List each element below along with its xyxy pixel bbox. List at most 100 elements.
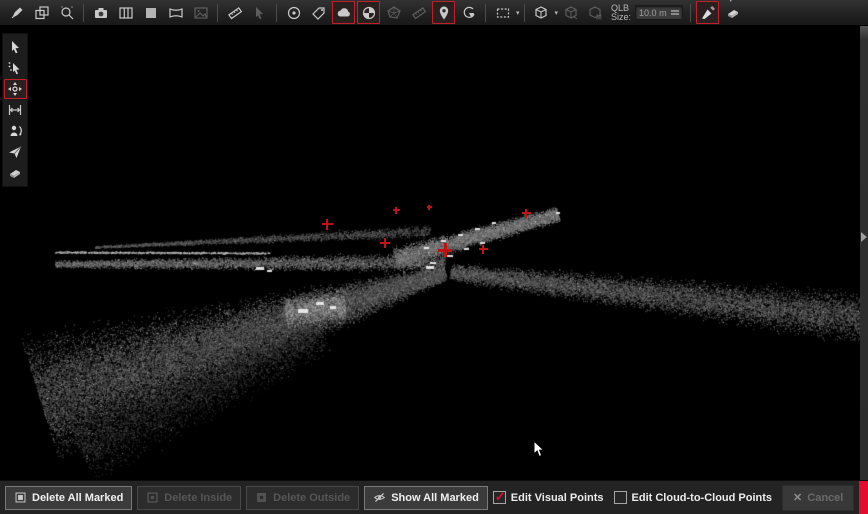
mesh-toggle-icon <box>386 5 402 21</box>
panorama-view-tool-icon <box>168 5 184 21</box>
delete-all-marked-button[interactable]: Delete All Marked <box>5 486 132 510</box>
eraser-tool-icon <box>725 5 741 21</box>
control-point-tool-icon <box>436 5 452 21</box>
dropdown-caret-icon[interactable]: ▾ <box>729 0 733 4</box>
dropdown-caret-icon[interactable]: ▾ <box>555 9 559 17</box>
delete-outside-button-label: Delete Outside <box>273 492 350 504</box>
point-cloud-canvas[interactable] <box>0 26 868 480</box>
clip-box-m-tool-icon: M <box>588 5 604 21</box>
control-point-marker[interactable] <box>427 205 432 210</box>
zoom-region-tool-button[interactable] <box>55 1 78 24</box>
toolbar-separator <box>276 4 277 22</box>
show-all-marked-button[interactable]: Show All Marked <box>364 486 488 510</box>
solid-view-tool-button[interactable] <box>139 1 162 24</box>
edit-cloud-to-cloud-checkbox-label: Edit Cloud-to-Cloud Points <box>632 492 773 504</box>
show-all-marked-button-label: Show All Marked <box>391 492 479 504</box>
edit-visual-points-checkbox-wrap: Edit Visual Points <box>493 491 604 504</box>
select-tool-icon <box>7 39 23 55</box>
bottom-bar: Delete All Marked Delete Inside Delete Out… <box>0 480 868 514</box>
trowel-tool-icon <box>700 5 716 21</box>
tag-tool-button[interactable] <box>307 1 330 24</box>
solid-view-tool-icon <box>143 5 159 21</box>
viewport-3d[interactable] <box>0 26 868 480</box>
clip-box-move-tool-button <box>559 1 582 24</box>
cancel-label: Cancel <box>807 492 843 504</box>
filter-orbit-tool-button[interactable] <box>457 1 480 24</box>
delete-outside-button-icon <box>255 491 268 504</box>
eraser-tool-button[interactable]: ▾ <box>721 1 744 24</box>
point-cloud-toggle-button[interactable] <box>332 1 355 24</box>
disc-tool-button[interactable] <box>282 1 305 24</box>
pick-point-tool-button <box>248 1 271 24</box>
edit-visual-points-checkbox-label: Edit Visual Points <box>511 492 604 504</box>
control-point-marker[interactable] <box>438 243 452 257</box>
camera-view-tool-button[interactable] <box>89 1 112 24</box>
measure-tool-button[interactable] <box>223 1 246 24</box>
svg-text:M: M <box>596 14 602 21</box>
tag-tool-icon <box>311 5 327 21</box>
delete-inside-button-icon <box>146 491 159 504</box>
toolbar-separator <box>217 4 218 22</box>
toolbar-separator <box>83 4 84 22</box>
fly-tool-button[interactable] <box>4 142 27 162</box>
edit-cloud-to-cloud-checkbox-wrap: Edit Cloud-to-Cloud Points <box>614 491 773 504</box>
orbit-person-tool-button[interactable] <box>4 121 27 141</box>
distance-measure-tool-button[interactable] <box>4 100 27 120</box>
pick-point-tool-icon <box>252 5 268 21</box>
delete-all-marked-button-icon <box>14 491 27 504</box>
selection-marquee-tool-button[interactable] <box>491 1 514 24</box>
control-point-marker[interactable] <box>522 209 531 218</box>
eraser-tool-side-icon <box>7 165 23 181</box>
clip-box-m-tool-button: M <box>584 1 607 24</box>
eraser-tool-side-button[interactable] <box>4 163 27 183</box>
clip-box-tool-button[interactable] <box>530 1 553 24</box>
image-view-tool-icon <box>193 5 209 21</box>
select-tool-button[interactable] <box>4 37 27 57</box>
windows-layout-tool-icon <box>34 5 50 21</box>
panorama-view-tool-button[interactable] <box>164 1 187 24</box>
select-points-tool-button[interactable] <box>4 58 27 78</box>
edit-cloud-to-cloud-checkbox[interactable] <box>614 491 627 504</box>
top-toolbar: ▾ ▾ M QLBSize:10.0 m ▾ <box>0 0 868 26</box>
qlb-size-input[interactable]: 10.0 m <box>635 5 683 20</box>
trowel-tool-button[interactable] <box>696 1 719 24</box>
navigate-move-tool-button[interactable] <box>4 79 27 99</box>
dropdown-caret-icon[interactable]: ▾ <box>516 9 520 17</box>
mouse-cursor <box>533 440 545 463</box>
point-cloud-toggle-icon <box>336 5 352 21</box>
split-view-tool-button[interactable] <box>114 1 137 24</box>
camera-view-tool-icon <box>93 5 109 21</box>
shading-toggle-button[interactable] <box>357 1 380 24</box>
measure-tool-icon <box>227 5 243 21</box>
shading-toggle-icon <box>361 5 377 21</box>
show-all-marked-button-icon <box>373 491 386 504</box>
control-point-marker[interactable] <box>322 219 333 230</box>
delete-inside-button-label: Delete Inside <box>164 492 232 504</box>
toolbar-separator <box>690 4 691 22</box>
application-window: ▾▾MQLBSize:10.0 m▾ Delete All MarkedDele… <box>0 0 868 514</box>
windows-layout-tool-button[interactable] <box>30 1 53 24</box>
cancel-button: ✕ Cancel <box>782 485 854 511</box>
control-point-tool-button[interactable] <box>432 1 455 24</box>
optimize-bundle-button[interactable]: Optimize Bundle <box>859 481 868 514</box>
delete-outside-button: Delete Outside <box>246 486 359 510</box>
annotate-tool-button[interactable] <box>5 1 28 24</box>
clip-box-tool-icon <box>533 5 549 21</box>
spinner-icon[interactable] <box>671 10 679 15</box>
edit-visual-points-checkbox[interactable] <box>493 491 506 504</box>
clip-box-move-tool-icon <box>563 5 579 21</box>
control-point-marker[interactable] <box>380 238 390 248</box>
split-view-tool-icon <box>118 5 134 21</box>
control-point-marker[interactable] <box>479 245 488 254</box>
orbit-person-tool-icon <box>7 123 23 139</box>
measure-secondary-tool-button <box>407 1 430 24</box>
toolbar-separator <box>524 4 525 22</box>
select-points-tool-icon <box>7 60 23 76</box>
control-point-marker[interactable] <box>393 207 400 214</box>
disc-tool-icon <box>286 5 302 21</box>
qlb-size-field: QLBSize:10.0 m <box>611 4 683 22</box>
panel-expand-handle[interactable] <box>861 232 867 242</box>
navigate-move-tool-icon <box>7 81 23 97</box>
left-toolbar <box>2 33 28 187</box>
cancel-x-icon: ✕ <box>793 491 802 504</box>
